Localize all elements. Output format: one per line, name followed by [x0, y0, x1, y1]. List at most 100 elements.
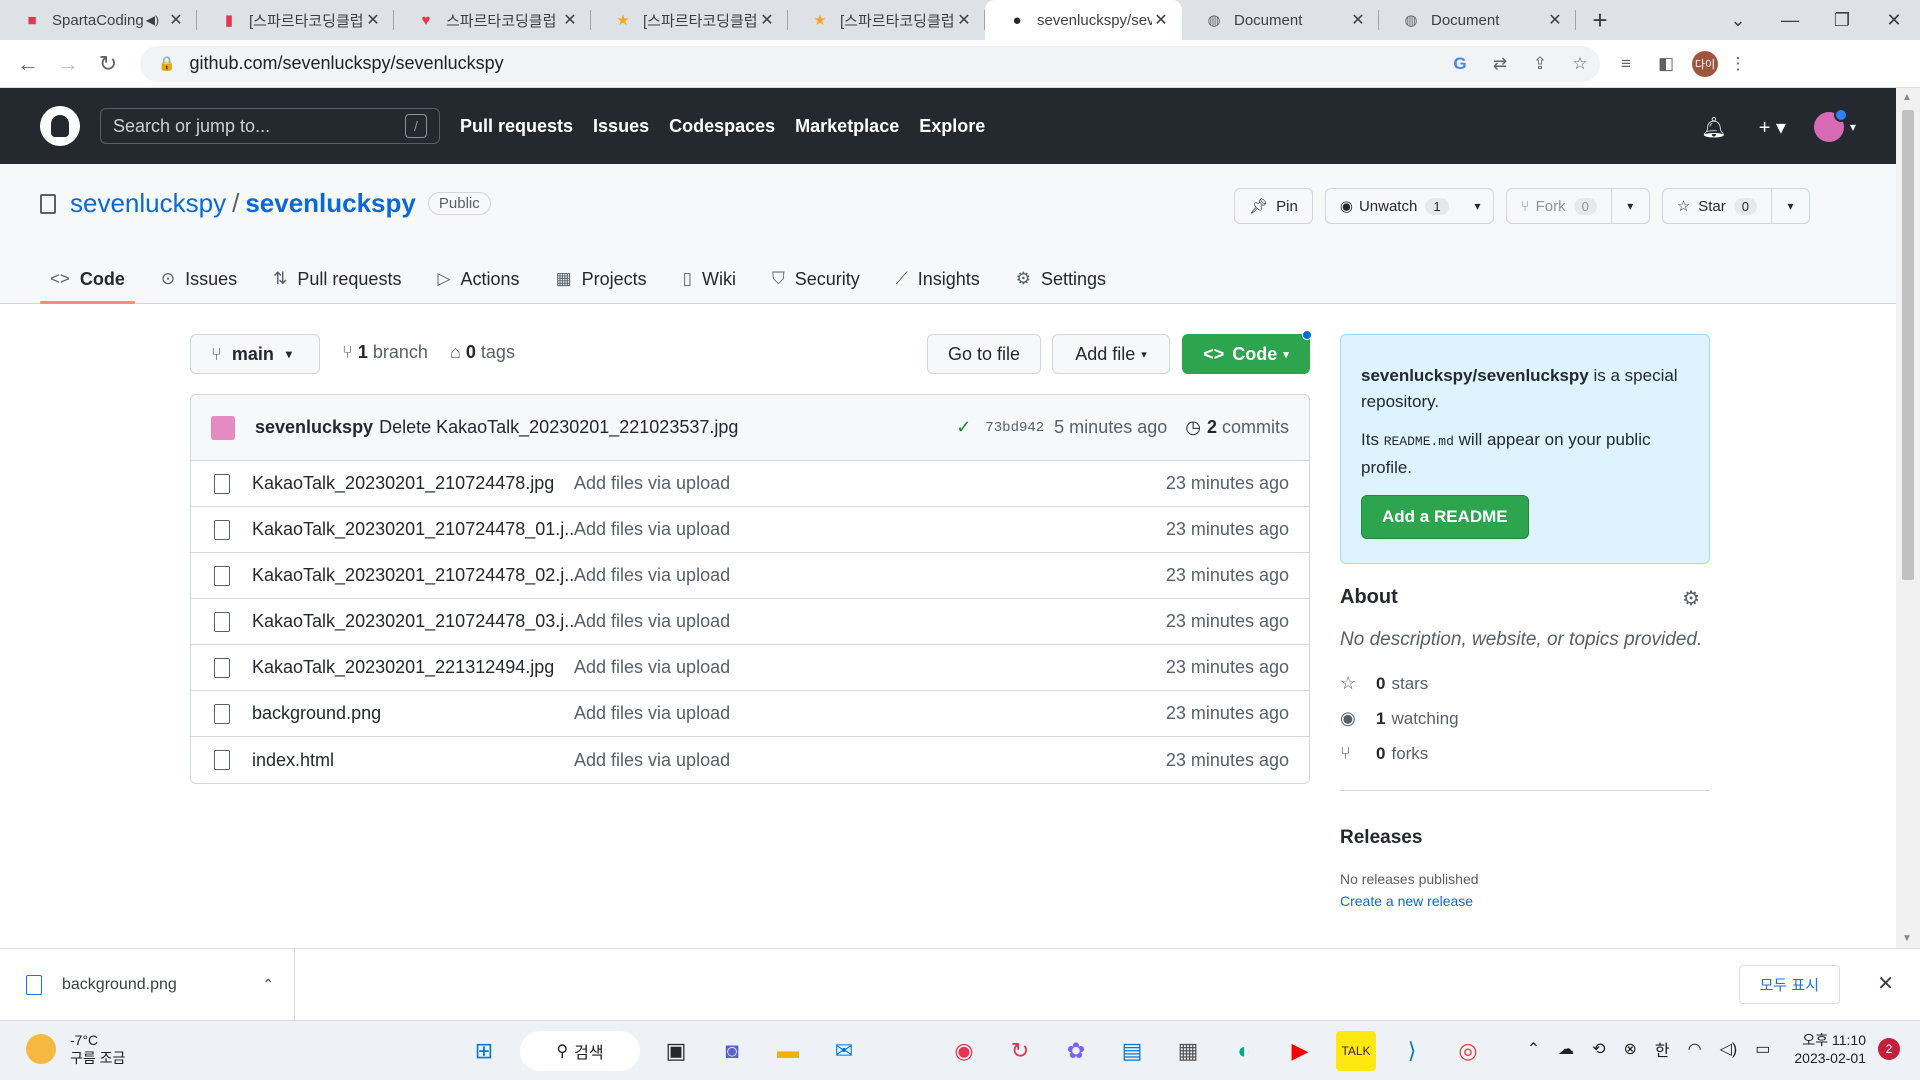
browser-tab[interactable]: ◍ Document ✕	[1379, 0, 1576, 40]
translate-icon[interactable]: ⇄	[1480, 54, 1520, 74]
commits-link[interactable]: ◷ 2 commits	[1185, 417, 1289, 438]
file-name-link[interactable]: KakaoTalk_20230201_221312494.jpg	[252, 657, 574, 678]
chevron-up-icon[interactable]: ⌃	[1527, 1039, 1540, 1059]
share-icon[interactable]: ⇪	[1520, 54, 1560, 74]
browser-tab[interactable]: ◍ Document ✕	[1182, 0, 1379, 40]
speaker-icon[interactable]: ◀)	[146, 13, 159, 27]
back-button[interactable]: ←	[8, 51, 48, 77]
tab-code[interactable]: <> Code	[40, 254, 135, 304]
side-panel-icon[interactable]: ◧	[1646, 54, 1686, 74]
mail-icon[interactable]: ✉	[824, 1031, 864, 1071]
global-nav-link[interactable]: Explore	[919, 116, 985, 137]
task-view-icon[interactable]: ▣	[656, 1031, 696, 1071]
start-icon[interactable]: ⊞	[464, 1031, 504, 1071]
forks-link[interactable]: ⑂ 0 forks	[1340, 743, 1710, 764]
browser-tab[interactable]: ♥ 스파르타코딩클럽 ✕	[394, 0, 591, 40]
browser-tab[interactable]: ● sevenluckspy/sev ✕	[985, 0, 1182, 40]
branches-link[interactable]: ⑂ 1 branch	[342, 342, 428, 363]
tab-security[interactable]: ⛉ Security	[762, 254, 870, 304]
chat-icon[interactable]: ◙	[712, 1031, 752, 1071]
unwatch-dropdown-icon[interactable]: ▾	[1463, 189, 1493, 223]
clock[interactable]: 오후 11:10 2023-02-01	[1794, 1031, 1866, 1067]
file-name-link[interactable]: background.png	[252, 703, 574, 724]
browser-tab[interactable]: ★ [스파르타코딩클럽 ✕	[788, 0, 985, 40]
chrome-icon[interactable]: ◎	[1448, 1031, 1488, 1071]
file-commit-message[interactable]: Add files via upload	[574, 611, 1166, 632]
sync-icon[interactable]: ⟲	[1592, 1039, 1605, 1059]
menu-icon[interactable]: ⋮	[1718, 54, 1758, 74]
code-dropdown-button[interactable]: <> Code ▾	[1182, 330, 1312, 374]
chevron-up-icon[interactable]: ⌃	[262, 976, 274, 993]
close-window-button[interactable]: ✕	[1868, 0, 1920, 40]
branch-selector[interactable]: ⑂ main ▾	[190, 334, 320, 374]
notepad-icon[interactable]: ▤	[1112, 1031, 1152, 1071]
tab-pull-requests[interactable]: ⇅ Pull requests	[263, 254, 411, 304]
tab-wiki[interactable]: ▯ Wiki	[673, 254, 746, 304]
file-commit-message[interactable]: Add files via upload	[574, 750, 1166, 771]
profile-avatar[interactable]: 다이	[1692, 50, 1718, 77]
download-item[interactable]: background.png ⌃	[0, 948, 295, 1021]
github-logo-icon[interactable]	[40, 106, 80, 146]
file-name-link[interactable]: KakaoTalk_20230201_210724478_03.j...	[252, 611, 574, 632]
forward-button[interactable]: →	[48, 51, 88, 77]
close-tab-icon[interactable]: ✕	[1546, 10, 1564, 30]
edge-icon[interactable]: ◐	[1224, 1031, 1264, 1071]
file-explorer-icon[interactable]: ▬	[768, 1031, 808, 1071]
global-nav-link[interactable]: Codespaces	[669, 116, 775, 137]
file-name-link[interactable]: KakaoTalk_20230201_210724478.jpg	[252, 473, 574, 494]
media-icon[interactable]: ≡	[1606, 54, 1646, 74]
browser-tab[interactable]: ★ [스파르타코딩클럽 ✕	[591, 0, 788, 40]
ime-indicator[interactable]: 한	[1655, 1037, 1670, 1061]
bookmark-star-icon[interactable]: ☆	[1560, 54, 1600, 74]
browser-tab[interactable]: ▮ [스파르타코딩클럽 ✕	[197, 0, 394, 40]
fork-dropdown-icon[interactable]: ▾	[1610, 189, 1649, 223]
global-nav-link[interactable]: Marketplace	[795, 116, 899, 137]
battery-icon[interactable]: ▭	[1755, 1039, 1770, 1059]
cloud-icon[interactable]: ☁	[1558, 1039, 1574, 1059]
reload-button[interactable]: ↻	[88, 51, 128, 77]
close-tab-icon[interactable]: ✕	[955, 10, 973, 30]
go-to-file-button[interactable]: Go to file	[927, 334, 1041, 374]
google-icon[interactable]: G	[1440, 54, 1480, 74]
close-tab-icon[interactable]: ✕	[1152, 10, 1170, 30]
copilot-icon[interactable]: ✿	[1056, 1031, 1096, 1071]
search-input[interactable]: Search or jump to... /	[100, 108, 440, 144]
repo-name-link[interactable]: sevenluckspy	[245, 188, 416, 219]
check-icon[interactable]: ✓	[956, 417, 971, 438]
calculator-icon[interactable]: ▦	[1168, 1031, 1208, 1071]
global-nav-link[interactable]: Issues	[593, 116, 649, 137]
repo-owner-link[interactable]: sevenluckspy	[70, 188, 226, 219]
close-icon[interactable]: ✕	[1877, 971, 1894, 996]
close-tab-icon[interactable]: ✕	[758, 10, 776, 30]
volume-icon[interactable]: ◁)	[1720, 1039, 1738, 1059]
file-commit-message[interactable]: Add files via upload	[574, 473, 1166, 494]
wifi-icon[interactable]: ◠	[1688, 1039, 1702, 1059]
scroll-up-icon[interactable]: ▲	[1902, 92, 1912, 103]
url-bar[interactable]: 🔒 github.com/sevenluckspy/sevenluckspy G…	[140, 45, 1600, 82]
file-commit-message[interactable]: Add files via upload	[574, 657, 1166, 678]
close-tab-icon[interactable]: ✕	[167, 10, 185, 30]
close-tab-icon[interactable]: ✕	[561, 10, 579, 30]
notifications-bell-icon[interactable]: 🔔︎	[1701, 115, 1726, 140]
close-tab-icon[interactable]: ✕	[364, 10, 382, 30]
tab-issues[interactable]: ⊙ Issues	[151, 254, 247, 304]
vertical-scrollbar[interactable]: ▲ ▼	[1896, 88, 1920, 948]
youtube-icon[interactable]: ▶	[1280, 1031, 1320, 1071]
file-name-link[interactable]: KakaoTalk_20230201_210724478_02.j...	[252, 565, 574, 586]
add-file-button[interactable]: Add file ▾	[1052, 334, 1170, 374]
tab-search-icon[interactable]: ⌄	[1712, 0, 1764, 40]
tab-insights[interactable]: ⟋ Insights	[886, 254, 990, 304]
close-tab-icon[interactable]: ✕	[1349, 10, 1367, 30]
taskbar-search[interactable]: ⚲ 검색	[520, 1031, 640, 1071]
stars-link[interactable]: ☆ 0 stars	[1340, 673, 1710, 694]
scroll-down-icon[interactable]: ▼	[1902, 933, 1912, 944]
chevron-down-icon[interactable]: ▾	[1850, 120, 1856, 134]
notification-badge[interactable]: 2	[1878, 1038, 1900, 1060]
minimize-button[interactable]: —	[1764, 0, 1816, 40]
tab-settings[interactable]: ⚙ Settings	[1006, 254, 1116, 304]
commit-hash[interactable]: 73bd942	[985, 420, 1044, 436]
fork-button[interactable]: ⑂ Fork 0 ▾	[1505, 188, 1650, 224]
add-readme-button[interactable]: Add a README	[1361, 495, 1529, 539]
file-name-link[interactable]: KakaoTalk_20230201_210724478_01.j...	[252, 519, 574, 540]
scroll-thumb[interactable]	[1902, 110, 1914, 580]
